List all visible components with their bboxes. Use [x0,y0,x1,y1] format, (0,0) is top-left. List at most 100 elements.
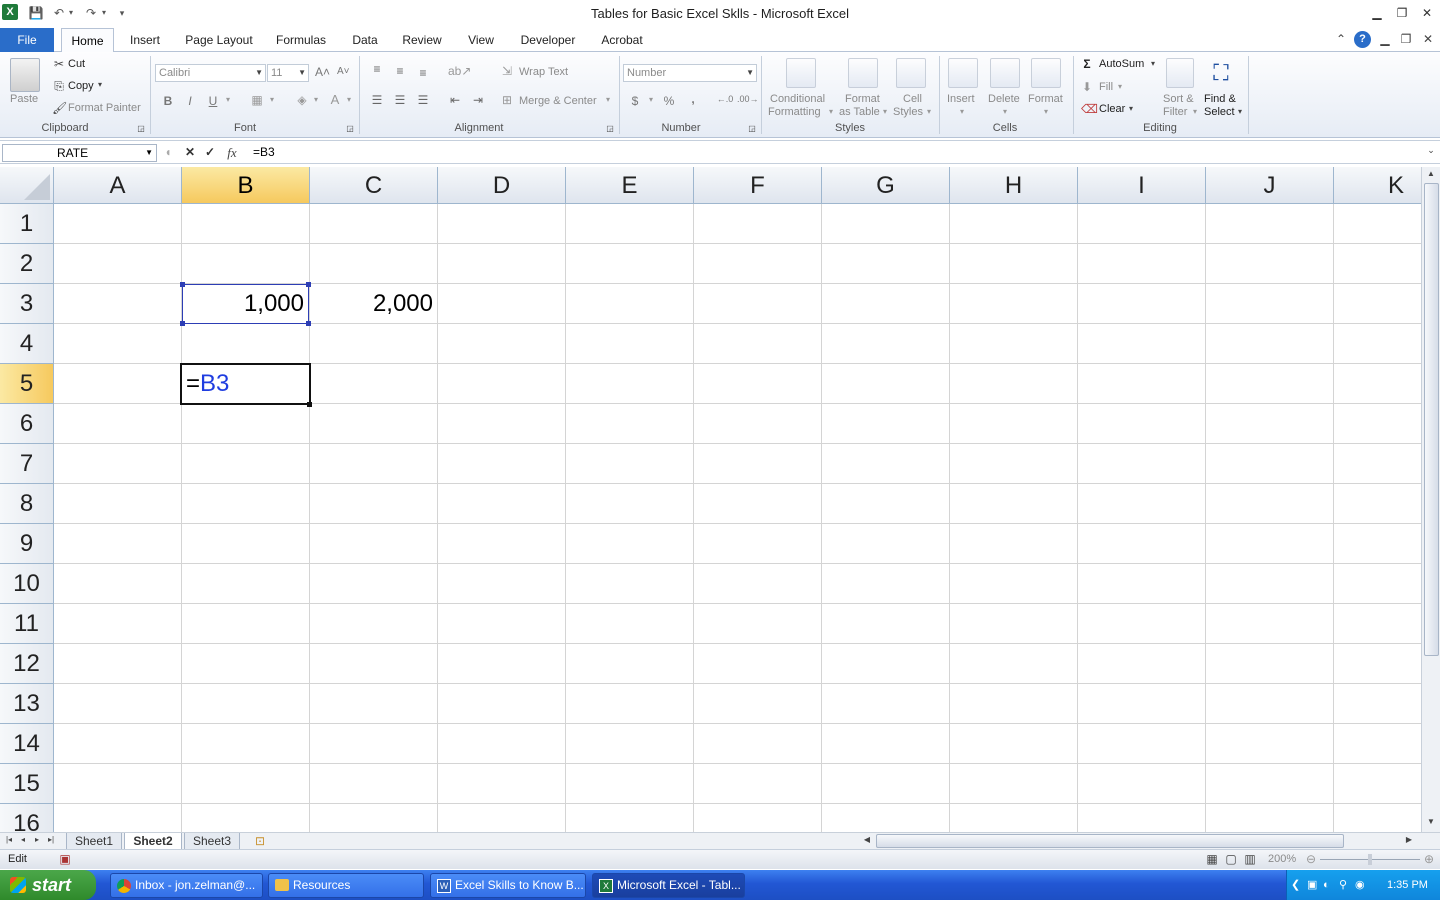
horizontal-scroll-thumb[interactable] [876,834,1344,848]
range-handle-bottom-left[interactable] [180,321,185,326]
autosum-button[interactable]: AutoSum [1099,58,1144,70]
cell-b5-editing[interactable]: =B3 [180,363,311,405]
zoom-out-icon[interactable]: ⊖ [1305,852,1317,866]
font-launcher-icon[interactable]: ◲ [346,124,354,133]
taskbar-item-excel[interactable]: X Microsoft Excel - Tabl... [592,873,745,898]
minimize-icon[interactable]: ▁ [1366,4,1388,22]
tab-file[interactable]: File [0,28,54,52]
scroll-right-icon[interactable]: ▶ [1404,835,1414,844]
zoom-in-icon[interactable]: ⊕ [1423,852,1435,866]
row-header-12[interactable]: 12 [0,644,54,684]
taskbar-item-inbox[interactable]: Inbox - jon.zelman@... [110,873,263,898]
comma-button[interactable]: , [688,92,698,106]
cut-button[interactable]: Cut [68,58,85,70]
copy-button[interactable]: Copy [68,80,94,92]
find-select-button[interactable]: Find & [1204,93,1236,105]
wrap-text-button[interactable]: Wrap Text [519,66,568,78]
cell-styles-button[interactable]: Cell [903,93,922,105]
next-sheet-icon[interactable]: ▸ [32,835,42,844]
sort-filter-button[interactable]: Sort & [1163,93,1194,105]
cell-styles-dropdown-icon[interactable]: ▾ [925,107,933,116]
merge-center-button[interactable]: Merge & Center [519,95,597,107]
row-header-2[interactable]: 2 [0,244,54,284]
font-color-button[interactable]: A [328,92,342,107]
insert-sheet-icon[interactable]: ⊡ [250,834,270,848]
workbook-restore-icon[interactable]: ❐ [1399,32,1413,46]
sort-filter-dropdown-icon[interactable]: ▾ [1191,107,1199,116]
underline-dropdown-icon[interactable]: ▾ [224,95,232,104]
zoom-slider-thumb[interactable] [1368,854,1372,865]
row-header-9[interactable]: 9 [0,524,54,564]
prev-sheet-icon[interactable]: ◂ [18,835,28,844]
conditional-formatting-button[interactable]: Conditional [770,93,825,105]
tray-expand-icon[interactable]: ❮ [1291,870,1300,900]
format-painter-button[interactable]: Format Painter [68,102,141,114]
cell-c3[interactable]: 2,000 [310,284,437,324]
workbook-close-icon[interactable]: ✕ [1421,32,1435,46]
align-center-icon[interactable]: ☰ [392,93,408,107]
tray-network-icon[interactable]: ▣ [1307,870,1317,900]
cancel-entry-icon[interactable]: ✕ [183,145,197,159]
page-layout-view-icon[interactable]: ▢ [1224,852,1238,866]
format-cells-button[interactable]: Format [1028,93,1063,105]
percent-button[interactable]: % [662,94,676,108]
formula-input[interactable]: =B3 [248,144,1424,162]
fill-dropdown-icon[interactable]: ▾ [1116,82,1124,91]
row-header-14[interactable]: 14 [0,724,54,764]
align-bottom-icon[interactable]: ≡ [415,66,431,80]
orientation-icon[interactable]: ab↗ [448,64,471,78]
paste-button[interactable]: Paste [10,93,38,105]
macro-record-icon[interactable]: ▣ [58,852,72,866]
column-header-h[interactable]: H [950,167,1078,204]
number-format-select[interactable]: Number ▼ [623,64,757,82]
help-icon[interactable]: ? [1354,31,1371,48]
copy-dropdown-icon[interactable]: ▾ [96,80,104,89]
tab-data[interactable]: Data [347,32,383,52]
sheet-tab-sheet1[interactable]: Sheet1 [66,833,122,850]
column-header-i[interactable]: I [1078,167,1206,204]
confirm-entry-icon[interactable]: ✓ [203,145,217,159]
format-as-table-dropdown-icon[interactable]: ▾ [881,107,889,116]
restore-icon[interactable]: ❐ [1391,4,1413,22]
align-top-icon[interactable]: ≡ [369,62,385,76]
insert-cells-button[interactable]: Insert [947,93,975,105]
scroll-left-icon[interactable]: ◀ [862,835,872,844]
vertical-scroll-thumb[interactable] [1424,183,1439,656]
row-header-1[interactable]: 1 [0,204,54,244]
fill-color-icon[interactable]: ◈ [294,93,310,107]
borders-dropdown-icon[interactable]: ▾ [268,95,276,104]
name-box-dropdown-icon[interactable]: ▼ [145,145,153,161]
minimize-ribbon-icon[interactable]: ⌃ [1334,32,1348,46]
row-header-4[interactable]: 4 [0,324,54,364]
increase-decimal-button[interactable]: ←.0 [715,94,735,104]
decrease-decimal-button[interactable]: .00→ [737,94,759,104]
fill-color-dropdown-icon[interactable]: ▾ [312,95,320,104]
tab-insert[interactable]: Insert [124,32,166,52]
font-size-select[interactable]: 11 ▼ [267,64,309,82]
currency-dropdown-icon[interactable]: ▾ [647,95,655,104]
paste-icon[interactable] [10,58,40,92]
tray-wifi-icon[interactable]: ⚲ [1339,870,1347,900]
sheet-tab-sheet3[interactable]: Sheet3 [184,833,240,850]
column-header-e[interactable]: E [566,167,694,204]
find-select-dropdown-icon[interactable]: ▾ [1236,107,1244,116]
tray-volume-icon[interactable]: ◉ [1355,870,1365,900]
tab-view[interactable]: View [462,32,500,52]
wrap-text-icon[interactable]: ⇲ [500,64,514,78]
font-color-dropdown-icon[interactable]: ▾ [345,95,353,104]
sheet-tab-sheet2[interactable]: Sheet2 [124,833,182,850]
workbook-minimize-icon[interactable]: ▁ [1378,32,1392,46]
tab-acrobat[interactable]: Acrobat [595,32,649,52]
column-header-k[interactable]: K [1334,167,1421,204]
last-sheet-icon[interactable]: ▸| [46,835,56,844]
delete-cells-button[interactable]: Delete [988,93,1020,105]
fill-handle[interactable] [307,402,312,407]
clear-button[interactable]: Clear [1099,103,1125,115]
start-button[interactable]: start [0,870,96,900]
insert-function-button[interactable]: fx [224,145,240,161]
bold-button[interactable]: B [161,94,175,108]
vertical-scrollbar[interactable]: ▲ ▼ [1421,167,1440,832]
select-all-corner[interactable] [0,167,54,204]
cell-b3[interactable]: 1,000 [182,284,309,324]
clock[interactable]: 1:35 PM [1387,870,1428,900]
